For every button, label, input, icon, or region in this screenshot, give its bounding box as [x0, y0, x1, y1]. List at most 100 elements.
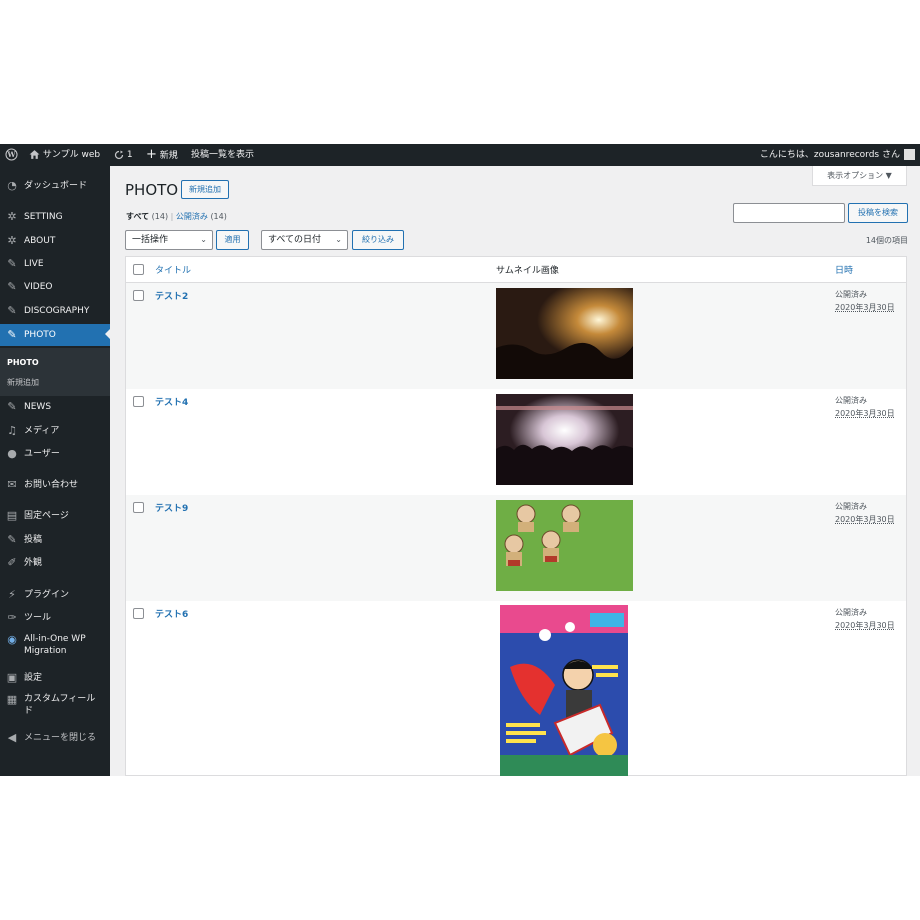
- sidebar-item-label: NEWS: [24, 402, 52, 412]
- site-name-label: サンプル web: [42, 150, 101, 160]
- sidebar-item-setting[interactable]: ✲ SETTING: [0, 207, 110, 227]
- date-filter-select[interactable]: すべての日付 ⌄: [261, 230, 348, 250]
- sidebar-item-video[interactable]: ✎ VIDEO: [0, 277, 110, 297]
- view-posts-link[interactable]: 投稿一覧を表示: [191, 144, 254, 166]
- table-row: テスト2 公開済み 2020年3月30日: [126, 283, 906, 389]
- event-poster-illustration[interactable]: [500, 605, 628, 776]
- post-date: 2020年3月30日: [835, 621, 895, 630]
- apply-button[interactable]: 適用: [216, 230, 249, 250]
- select-all-checkbox[interactable]: [133, 264, 144, 275]
- column-thumbnail-header: サムネイル画像: [496, 266, 559, 276]
- sidebar-item-all-in-one-migration[interactable]: ◉ All-in-One WP Migration: [0, 630, 110, 660]
- filter-separator: |: [170, 212, 174, 221]
- sidebar-item-label: お問い合わせ: [24, 480, 79, 490]
- sidebar-item-users[interactable]: ● ユーザー: [0, 444, 110, 464]
- sidebar-item-pages[interactable]: ▤ 固定ページ: [0, 506, 110, 526]
- column-title-header[interactable]: タイトル: [155, 263, 191, 276]
- table-row: テスト4 公開済み 2020年3月30日: [126, 389, 906, 495]
- sidebar-item-label: メニューを閉じる: [24, 733, 97, 743]
- sidebar-item-plugins[interactable]: ⚡ プラグイン: [0, 585, 110, 605]
- sidebar-item-appearance[interactable]: ✐ 外観: [0, 553, 110, 573]
- search-input[interactable]: [733, 203, 845, 223]
- add-new-button[interactable]: 新規追加: [181, 180, 229, 199]
- post-title-link[interactable]: テスト9: [155, 501, 188, 514]
- figures-on-green-photo[interactable]: [496, 500, 633, 591]
- sidebar-item-photo[interactable]: ✎ PHOTO: [0, 324, 110, 346]
- sidebar-item-label: DISCOGRAPHY: [24, 306, 90, 316]
- sidebar-item-tools[interactable]: ✑ ツール: [0, 608, 110, 628]
- sidebar-item-label: カスタムフィール: [24, 694, 96, 704]
- row-checkbox[interactable]: [133, 290, 144, 301]
- updates-count: 1: [126, 150, 133, 160]
- pin-icon: ✎: [7, 280, 17, 293]
- post-status: 公開済み: [835, 502, 867, 511]
- sidebar-item-label: LIVE: [24, 259, 44, 269]
- brush-icon: ✐: [7, 556, 17, 569]
- post-status: 公開済み: [835, 608, 867, 617]
- mail-icon: ✉: [7, 478, 17, 491]
- post-title-link[interactable]: テスト4: [155, 395, 188, 408]
- sidebar-item-label: 固定ページ: [24, 511, 69, 521]
- refresh-icon: [114, 150, 124, 159]
- date-filter-selected: すべての日付: [268, 235, 322, 245]
- svg-text:W: W: [6, 150, 16, 159]
- grid-icon: ▦: [6, 693, 18, 706]
- live-crowd-photo[interactable]: [496, 394, 633, 485]
- pin-icon: ✎: [7, 533, 17, 546]
- new-content-link[interactable]: + 新規: [146, 144, 178, 166]
- site-name-link[interactable]: サンプル web: [29, 144, 100, 166]
- sidebar-item-label-line2: Migration: [24, 646, 67, 656]
- plugin-icon: ⚡: [8, 588, 16, 601]
- sidebar-item-media[interactable]: ♫ メディア: [0, 421, 110, 441]
- filter-published-link[interactable]: 公開済み: [176, 212, 208, 221]
- post-title-link[interactable]: テスト2: [155, 289, 188, 302]
- item-count: 14個の項目: [865, 236, 908, 245]
- submenu-item-photo[interactable]: PHOTO: [7, 358, 39, 367]
- sidebar-item-custom-fields[interactable]: ▦ カスタムフィール ド: [0, 690, 110, 720]
- wrench-icon: ✑: [7, 611, 17, 624]
- page-icon: ▤: [6, 509, 18, 522]
- sidebar-item-label: SETTING: [24, 212, 63, 222]
- user-icon: ●: [7, 447, 17, 460]
- row-checkbox[interactable]: [133, 502, 144, 513]
- sidebar-item-live[interactable]: ✎ LIVE: [0, 254, 110, 274]
- table-row: テスト6 公開済み 2020年3月30日: [126, 601, 906, 776]
- sidebar-item-posts[interactable]: ✎ 投稿: [0, 530, 110, 550]
- search-posts-button[interactable]: 投稿を検索: [848, 203, 908, 223]
- chevron-down-icon: ⌄: [200, 235, 207, 244]
- updates-link[interactable]: 1: [114, 144, 133, 166]
- table-row: テスト9 公開済み 2020年3月30日: [126, 495, 906, 601]
- sidebar-item-label: ユーザー: [24, 449, 60, 459]
- column-date-header[interactable]: 日時: [835, 263, 853, 276]
- wordpress-logo-icon[interactable]: W: [5, 144, 18, 166]
- screen-options-button[interactable]: 表示オプション ▼: [812, 166, 907, 186]
- filter-all-link[interactable]: すべて: [126, 212, 149, 221]
- sidebar-item-discography[interactable]: ✎ DISCOGRAPHY: [0, 301, 110, 321]
- sidebar-item-label: 投稿: [24, 535, 43, 545]
- sidebar-item-label: VIDEO: [24, 282, 53, 292]
- sidebar-item-settings[interactable]: ▣ 設定: [0, 668, 110, 688]
- filter-button[interactable]: 絞り込み: [352, 230, 404, 250]
- collapse-menu-button[interactable]: ◀ メニューを閉じる: [0, 728, 110, 748]
- sidebar-item-about[interactable]: ✲ ABOUT: [0, 231, 110, 251]
- submenu-item-add-new[interactable]: 新規追加: [7, 377, 39, 388]
- post-title-link[interactable]: テスト6: [155, 607, 188, 620]
- post-date: 2020年3月30日: [835, 515, 895, 524]
- avatar[interactable]: [904, 149, 915, 160]
- pin-icon: ✎: [7, 304, 17, 317]
- collapse-icon: ◀: [7, 731, 17, 744]
- settings-icon: ▣: [6, 671, 18, 684]
- pin-icon: ✎: [7, 257, 17, 270]
- bulk-action-select[interactable]: 一括操作 ⌄: [125, 230, 213, 250]
- row-checkbox[interactable]: [133, 396, 144, 407]
- sidebar-item-dashboard[interactable]: ◔ ダッシュボード: [0, 176, 110, 196]
- row-checkbox[interactable]: [133, 608, 144, 619]
- current-menu-arrow: [105, 329, 110, 339]
- table-header: タイトル サムネイル画像 日時: [126, 257, 906, 283]
- pin-icon: ✎: [7, 328, 17, 341]
- account-greeting[interactable]: こんにちは、zousanrecords さん: [760, 144, 900, 166]
- gear-icon: ✲: [7, 210, 17, 223]
- concert-stage-photo[interactable]: [496, 288, 633, 379]
- sidebar-item-news[interactable]: ✎ NEWS: [0, 397, 110, 417]
- sidebar-item-contact[interactable]: ✉ お問い合わせ: [0, 475, 110, 495]
